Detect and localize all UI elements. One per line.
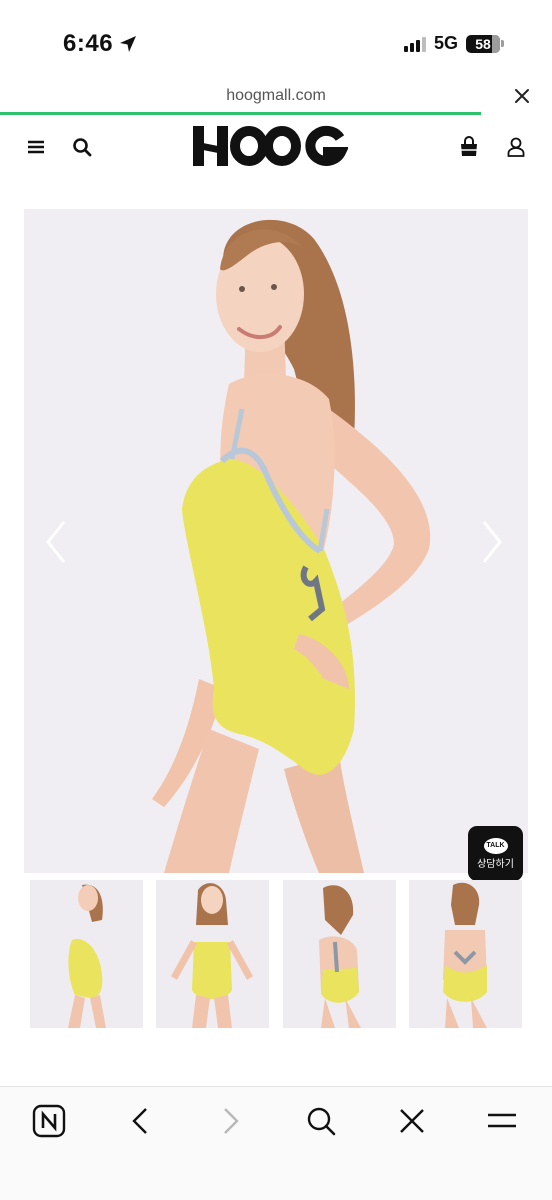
- thumbnail-2[interactable]: [156, 880, 269, 1028]
- status-time-group: 6:46: [63, 30, 137, 58]
- location-arrow-icon: [120, 36, 137, 52]
- page-load-progress: [0, 112, 481, 115]
- thumbnail-strip: [30, 880, 522, 1028]
- talk-bubble-icon: TALK: [483, 837, 508, 854]
- chevron-right-icon: [224, 1108, 239, 1134]
- cellular-signal-icon: [403, 36, 426, 52]
- search-icon[interactable]: [71, 136, 93, 158]
- model-swimsuit-illustration: [152, 219, 431, 873]
- status-indicators: 5G 58: [403, 33, 504, 54]
- kakao-talk-chat-button[interactable]: TALK 상담하기: [468, 826, 523, 881]
- battery-icon: 58: [466, 34, 504, 53]
- naver-home-button[interactable]: [32, 1104, 66, 1138]
- chevron-left-icon: [132, 1108, 147, 1134]
- close-icon: [400, 1109, 424, 1133]
- battery-level: 58: [475, 35, 491, 52]
- forward-button[interactable]: [214, 1104, 248, 1138]
- product-main-image[interactable]: [24, 209, 528, 873]
- back-button[interactable]: [123, 1104, 157, 1138]
- close-icon[interactable]: [512, 86, 532, 106]
- search-button[interactable]: [304, 1104, 338, 1138]
- thumbnail-3[interactable]: [283, 880, 396, 1028]
- menu-button[interactable]: [485, 1104, 519, 1138]
- status-bar: 6:46 5G 58: [0, 0, 552, 80]
- close-tab-button[interactable]: [395, 1104, 429, 1138]
- thumbnail-4[interactable]: [409, 880, 522, 1028]
- chat-button-label: 상담하기: [477, 858, 514, 870]
- network-type: 5G: [433, 33, 458, 53]
- next-image-arrow-icon[interactable]: [480, 519, 504, 565]
- previous-image-arrow-icon[interactable]: [44, 519, 68, 565]
- menu-icon: [488, 1113, 516, 1128]
- hoog-logo[interactable]: [193, 124, 348, 168]
- thumbnail-1[interactable]: [30, 880, 143, 1028]
- url-text[interactable]: hoogmall.com: [0, 87, 552, 105]
- shopping-bag-icon[interactable]: [458, 136, 480, 158]
- talk-badge: TALK: [486, 842, 505, 849]
- search-icon: [307, 1107, 336, 1136]
- browser-toolbar: [0, 1086, 552, 1200]
- site-header: [0, 118, 552, 178]
- hamburger-menu-icon[interactable]: [25, 136, 47, 158]
- status-time: 6:46: [63, 30, 114, 57]
- browser-url-bar[interactable]: hoogmall.com: [0, 80, 552, 116]
- naver-n-icon: [32, 1104, 66, 1138]
- user-account-icon[interactable]: [505, 136, 527, 158]
